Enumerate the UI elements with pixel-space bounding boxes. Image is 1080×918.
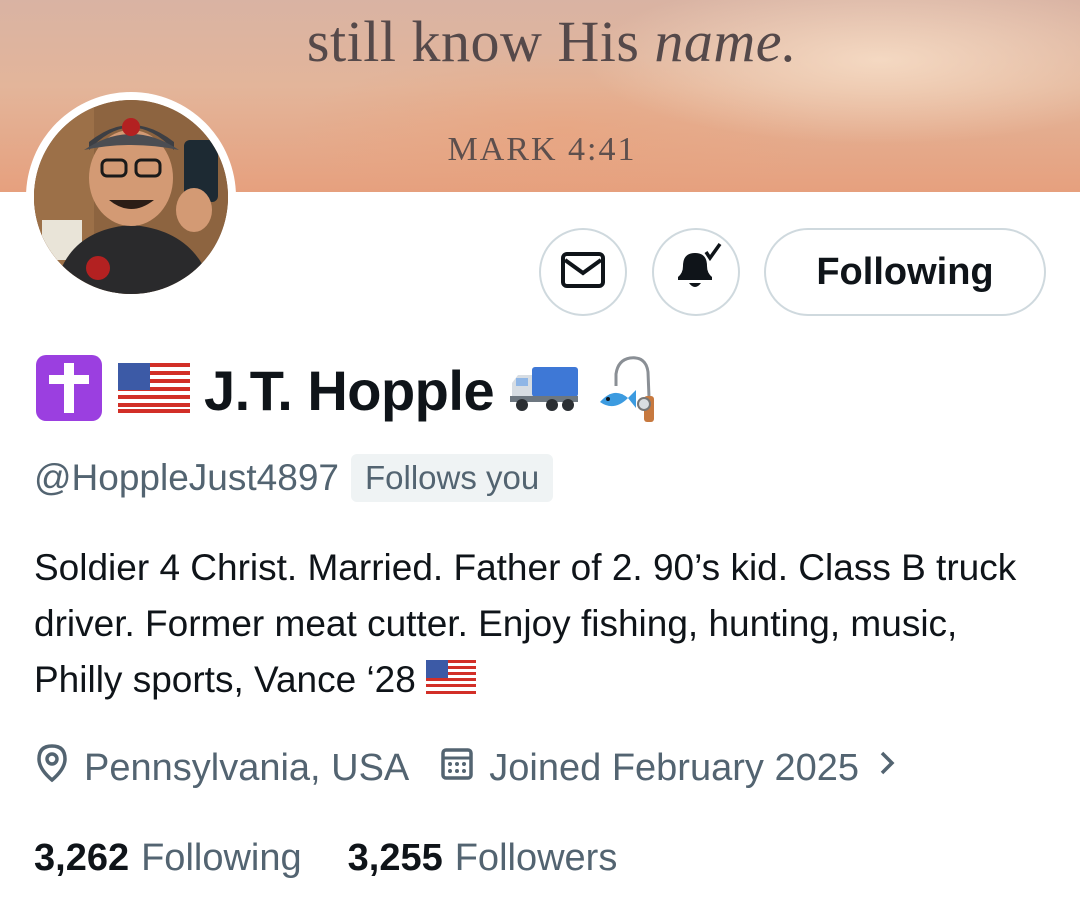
profile-meta-row: Pennsylvania, USA Joined February 2025 [34,740,901,796]
handle-row: @HoppleJust4897 Follows you [34,454,554,502]
location-text: Pennsylvania, USA [84,746,410,789]
banner-verse-text: still know His name. [306,9,798,74]
display-name: J.T. Hopple [204,358,495,422]
join-date-text: Joined February 2025 [489,746,859,789]
bio: Soldier 4 Christ. Married. Father of 2. … [34,540,1044,710]
us-flag-emoji [426,654,477,710]
followers-count: 3,255 [347,836,443,879]
location: Pennsylvania, USA [34,743,409,793]
fishing-pole-emoji [594,352,660,429]
username-handle: @HoppleJust4897 [34,457,339,498]
us-flag-emoji [118,362,190,418]
followers-count-link[interactable]: 3,255 Followers [348,837,618,880]
truck-emoji [508,363,580,418]
latin-cross-emoji [34,353,104,428]
display-name-row: J.T. Hopple [34,352,660,428]
following-count: 3,262 [34,836,130,879]
follow-stats: 3,262 Following 3,255 Followers [34,832,617,884]
following-button[interactable]: Following [764,228,1046,316]
envelope-icon [559,246,607,299]
location-pin-icon [34,743,70,793]
following-label: Following [141,836,302,879]
calendar-icon [439,744,475,792]
notifications-button[interactable] [652,228,740,316]
following-count-link[interactable]: 3,262 Following [34,837,302,880]
avatar[interactable] [26,92,236,302]
followers-label: Followers [454,836,618,879]
follows-you-badge: Follows you [350,454,554,502]
join-date[interactable]: Joined February 2025 [439,744,901,792]
bio-text: Soldier 4 Christ. Married. Father of 2. … [34,547,1017,700]
message-button[interactable] [539,228,627,316]
bell-check-icon [668,242,724,303]
avatar-photo [34,100,228,294]
chevron-right-icon [873,745,901,791]
